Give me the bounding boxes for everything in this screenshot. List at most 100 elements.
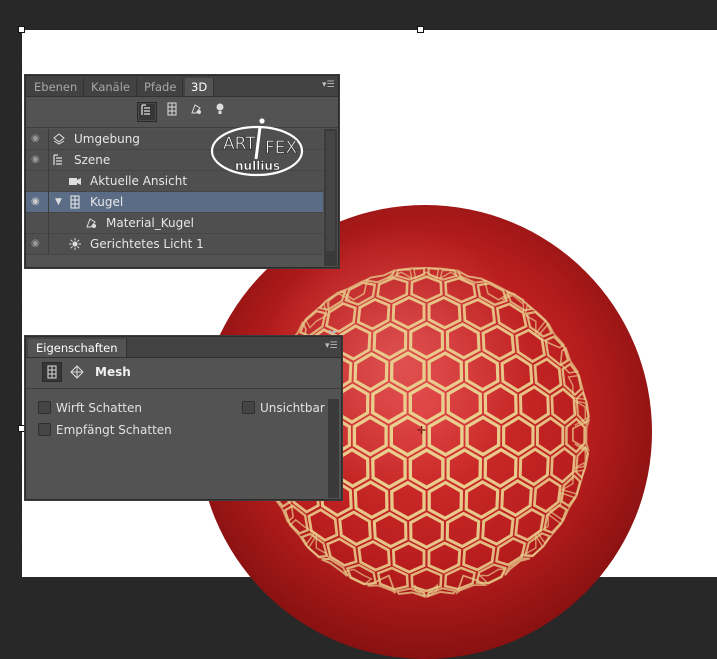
watermark-text-art: ART — [223, 134, 256, 154]
visibility-eye-icon[interactable] — [31, 175, 45, 187]
properties-title: Mesh — [95, 365, 131, 379]
pivot-crosshair-icon[interactable]: ✛ — [417, 425, 426, 436]
scene-item-label: Kugel — [90, 195, 124, 209]
tab-pfade[interactable]: Pfade — [138, 78, 184, 96]
scene-item-material-kugel[interactable]: Material_Kugel — [26, 213, 323, 234]
honeycomb-cell — [353, 352, 389, 392]
panel-menu-icon[interactable]: ▾☰ — [325, 342, 338, 351]
honeycomb-cell — [518, 447, 550, 487]
honeycomb-cell — [483, 447, 518, 488]
expand-triangle-icon[interactable]: ▼ — [55, 197, 62, 207]
light-icon — [68, 237, 82, 251]
artifex-watermark-logo: ART FEX nullius — [210, 118, 304, 177]
deform-icon[interactable] — [70, 365, 84, 382]
3d-panel: Ebenen Kanäle Pfade 3D ▾☰ ◉ Umgebung ◉ S… — [25, 75, 339, 268]
honeycomb-cell — [481, 324, 516, 361]
honeycomb-cell — [446, 448, 483, 489]
wirft-schatten-checkbox[interactable] — [38, 401, 51, 414]
honeycomb-cell — [560, 469, 585, 495]
wirft-schatten-row[interactable]: Wirft Schatten — [38, 400, 238, 416]
visibility-eye-icon[interactable]: ◉ — [31, 238, 45, 250]
camera-icon — [68, 174, 82, 188]
honeycomb-cell — [445, 511, 481, 549]
unsichtbar-row[interactable]: Unsichtbar — [242, 400, 342, 416]
honeycomb-cell — [445, 322, 481, 360]
honeycomb-cell — [410, 275, 443, 303]
mesh-filter-icon[interactable] — [162, 102, 182, 122]
honeycomb-cell — [409, 321, 445, 360]
watermark-text-nullius: nullius — [235, 159, 280, 173]
panel-menu-icon[interactable]: ▾☰ — [322, 81, 335, 90]
mesh-icon — [68, 195, 82, 209]
properties-header: Mesh — [26, 360, 341, 389]
wirft-schatten-label: Wirft Schatten — [56, 401, 142, 415]
honeycomb-cell — [371, 448, 407, 490]
empfaengt-schatten-checkbox[interactable] — [38, 423, 51, 436]
material-icon — [84, 216, 98, 230]
honeycomb-cell — [390, 480, 426, 521]
honeycomb-cell — [391, 541, 426, 574]
unsichtbar-label: Unsichtbar — [260, 401, 325, 415]
tab-3d[interactable]: 3D — [185, 78, 215, 96]
honeycomb-cell — [376, 276, 409, 304]
honeycomb-cell — [389, 351, 426, 392]
mesh-properties-icon[interactable] — [42, 362, 62, 382]
honeycomb-cell — [444, 276, 477, 304]
honeycomb-cell — [462, 298, 497, 331]
honeycomb-cell — [465, 415, 501, 457]
honeycomb-cell — [427, 480, 464, 521]
honeycomb-cell — [427, 541, 462, 574]
honeycomb-cell — [518, 385, 550, 425]
unsichtbar-checkbox[interactable] — [242, 401, 255, 414]
visibility-eye-icon[interactable]: ◉ — [31, 196, 45, 208]
honeycomb-cell — [500, 479, 533, 517]
watermark-text-fex: FEX — [265, 138, 298, 158]
honeycomb-cell — [409, 512, 444, 549]
transform-handle-middle-left[interactable] — [18, 425, 25, 432]
honeycomb-cell — [427, 415, 464, 457]
visibility-eye-icon[interactable] — [31, 217, 45, 229]
honeycomb-cell — [502, 415, 535, 456]
selection-marquee-top — [22, 29, 717, 30]
honeycomb-cell — [427, 351, 464, 392]
scene-item-kugel[interactable]: ◉ ▼ Kugel — [26, 192, 323, 213]
honeycomb-cell — [352, 415, 388, 457]
honeycomb-cell — [371, 382, 407, 424]
honeycomb-cell — [427, 295, 462, 330]
tab-eigenschaften[interactable]: Eigenschaften — [28, 339, 127, 357]
honeycomb-cell — [481, 510, 515, 546]
scene-item-label: Gerichtetes Licht 1 — [90, 237, 204, 251]
honeycomb-cell — [356, 297, 391, 331]
empfaengt-schatten-row[interactable]: Empfängt Schatten — [38, 422, 238, 438]
honeycomb-cell — [500, 354, 534, 393]
honeycomb-cell — [550, 387, 577, 425]
visibility-eye-icon[interactable]: ◉ — [31, 154, 45, 166]
properties-scrollbar[interactable] — [328, 399, 339, 498]
scene-item-label: Aktuelle Ansicht — [90, 174, 188, 188]
honeycomb-cell — [504, 557, 531, 576]
honeycomb-cell — [550, 446, 576, 484]
properties-tabbar: Eigenschaften ▾☰ — [26, 337, 341, 358]
honeycomb-cell — [321, 558, 349, 577]
honeycomb-cell — [357, 540, 391, 572]
material-filter-icon[interactable] — [186, 102, 206, 122]
honeycomb-cell — [446, 382, 483, 424]
honeycomb-cell — [408, 382, 445, 424]
scene-item-label: Szene — [74, 153, 111, 167]
transform-handle-top-left[interactable] — [18, 26, 25, 33]
tab-kanaele[interactable]: Kanäle — [85, 78, 137, 96]
properties-panel: ▸▸ Eigenschaften ▾☰ Mesh Wirft Schatten … — [25, 328, 342, 500]
honeycomb-cell — [483, 383, 518, 424]
honeycomb-cell — [533, 357, 563, 394]
visibility-eye-icon[interactable]: ◉ — [31, 133, 45, 145]
scene-tree-icon[interactable] — [137, 102, 157, 122]
tab-ebenen[interactable]: Ebenen — [28, 78, 85, 96]
scrollbar-thumb[interactable] — [326, 131, 335, 251]
honeycomb-cell — [535, 416, 565, 456]
scene-icon — [52, 153, 66, 167]
scene-item-gerichtetes-licht[interactable]: ◉ Gerichtetes Licht 1 — [26, 234, 323, 255]
collapse-panel-icon[interactable]: ▸▸ — [329, 328, 337, 336]
transform-handle-top-center[interactable] — [417, 26, 424, 33]
honeycomb-cell — [338, 510, 372, 547]
3d-panel-scrollbar[interactable] — [324, 129, 337, 266]
